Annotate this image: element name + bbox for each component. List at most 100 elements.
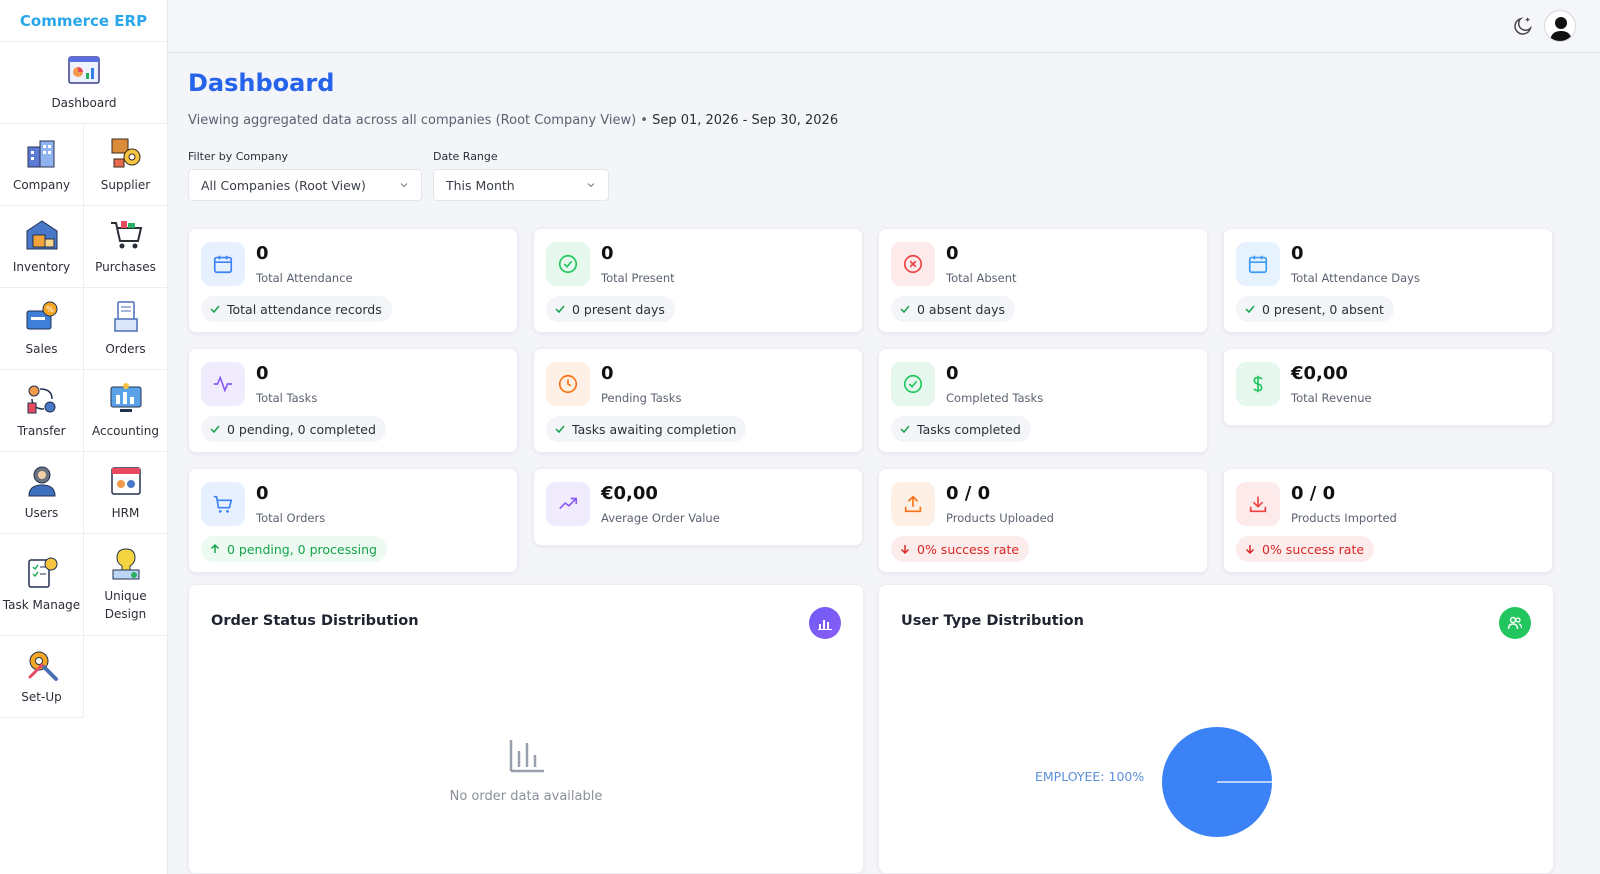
activity-icon (201, 362, 245, 406)
stat-label: Total Tasks (256, 391, 318, 405)
sidebar-item-purchases[interactable]: Purchases (84, 206, 168, 288)
company-select[interactable]: All Companies (Root View) (188, 169, 422, 201)
panel-title: Order Status Distribution (211, 613, 419, 629)
check-circle-icon (891, 362, 935, 406)
company-icon (27, 140, 54, 168)
company-select-value: All Companies (Root View) (201, 177, 366, 193)
order-status-panel: Order Status Distribution No order data … (188, 584, 864, 874)
stat-label: Total Attendance (256, 271, 353, 285)
sidebar-item-accounting[interactable]: Accounting (84, 370, 168, 452)
stat-card-total-absent[interactable]: 0 Total Absent 0 absent days (878, 228, 1208, 333)
stat-card-total-present[interactable]: 0 Total Present 0 present days (533, 228, 863, 333)
stat-note: 0% success rate (891, 536, 1030, 562)
stat-card-completed-tasks[interactable]: 0 Completed Tasks Tasks completed (878, 348, 1208, 453)
stat-note-text: Total attendance records (227, 301, 382, 317)
empty-state-text: No order data available (449, 789, 603, 804)
date-range-select[interactable]: This Month (433, 169, 609, 201)
stat-card-total-orders[interactable]: 0 Total Orders 0 pending, 0 processing (188, 468, 518, 573)
trending-up-icon (546, 482, 590, 526)
x-circle-icon (891, 242, 935, 286)
stat-card-average-order-value[interactable]: €0,00 Average Order Value (533, 468, 863, 546)
accounting-icon (110, 382, 141, 412)
stat-label: Pending Tasks (601, 391, 682, 405)
sidebar-item-hrm[interactable]: HRM (84, 452, 168, 534)
stat-value: €0,00 (601, 483, 658, 504)
sidebar-item-sales[interactable]: % Sales (0, 288, 84, 370)
main-content: Dashboard Viewing aggregated data across… (168, 53, 1600, 874)
sales-icon: % (26, 301, 57, 330)
svg-text:%: % (46, 305, 54, 314)
sidebar-item-inventory[interactable]: Inventory (0, 206, 84, 288)
topbar (168, 0, 1600, 53)
orders-icon (113, 301, 138, 332)
stat-card-total-tasks[interactable]: 0 Total Tasks 0 pending, 0 completed (188, 348, 518, 453)
sidebar-item-unique-design[interactable]: Unique Design (84, 534, 168, 636)
arrow-down-icon (900, 545, 910, 555)
page-title: Dashboard (188, 69, 335, 97)
chevron-down-icon (400, 183, 408, 188)
sidebar-item-label: Sales (25, 341, 58, 356)
sidebar-item-dashboard[interactable]: Dashboard (0, 42, 168, 124)
date-select-value: This Month (446, 177, 515, 193)
sidebar-item-label: Task Manage (2, 597, 81, 612)
sidebar-item-task-manage[interactable]: Task Manage (0, 534, 84, 636)
check-icon (900, 305, 910, 314)
users-icon (27, 466, 56, 497)
stat-label: Total Orders (256, 511, 326, 525)
clock-icon (546, 362, 590, 406)
sidebar-item-label: Accounting (91, 423, 159, 438)
stat-value: 0 (256, 363, 269, 384)
sidebar-item-users[interactable]: Users (0, 452, 84, 534)
moon-icon[interactable] (1512, 15, 1534, 37)
check-icon (210, 305, 220, 314)
sidebar-item-label: Company (12, 177, 71, 192)
check-icon (900, 425, 910, 434)
stat-label: Average Order Value (601, 511, 720, 525)
sidebar-item-orders[interactable]: Orders (84, 288, 168, 370)
setup-icon (28, 651, 58, 681)
stat-value: 0 / 0 (1291, 483, 1336, 504)
sidebar-item-supplier[interactable]: Supplier (84, 124, 168, 206)
empty-state: No order data available (189, 735, 863, 804)
subtitle-text: Viewing aggregated data across all compa… (188, 113, 653, 128)
sidebar-item-company[interactable]: Company (0, 124, 84, 206)
stat-card-products-imported[interactable]: 0 / 0 Products Imported 0% success rate (1223, 468, 1553, 573)
company-filter-label: Filter by Company (188, 150, 289, 163)
task-manage-icon (27, 557, 57, 588)
page-subtitle: Viewing aggregated data across all compa… (188, 113, 838, 128)
stat-note: Tasks awaiting completion (546, 416, 747, 442)
calendar-icon (1236, 242, 1280, 286)
avatar[interactable] (1544, 10, 1576, 42)
stat-note: 0 pending, 0 completed (201, 416, 386, 442)
stat-note-text: 0 pending, 0 completed (227, 421, 376, 437)
stat-note-text: Tasks awaiting completion (572, 421, 737, 437)
upload-icon (891, 482, 935, 526)
stat-note: Tasks completed (891, 416, 1031, 442)
stat-value: 0 (946, 363, 959, 384)
stat-card-pending-tasks[interactable]: 0 Pending Tasks Tasks awaiting completio… (533, 348, 863, 453)
sidebar-item-setup[interactable]: Set-Up (0, 636, 84, 718)
sidebar-item-transfer[interactable]: Transfer (0, 370, 84, 452)
stat-label: Completed Tasks (946, 391, 1044, 405)
stat-note-text: 0 pending, 0 processing (227, 541, 377, 557)
stat-note-text: Tasks completed (917, 421, 1021, 437)
check-icon (210, 425, 220, 434)
stat-card-total-attendance[interactable]: 0 Total Attendance Total attendance reco… (188, 228, 518, 333)
bar-chart-icon[interactable] (809, 607, 841, 639)
stat-note: 0 present, 0 absent (1236, 296, 1394, 322)
sidebar-item-label: Users (24, 505, 59, 520)
stat-note: Total attendance records (201, 296, 392, 322)
purchases-icon (110, 220, 142, 249)
stat-note-text: 0 present days (572, 301, 665, 317)
sidebar-item-label: Transfer (17, 423, 66, 438)
stat-card-total-revenue[interactable]: €0,00 Total Revenue (1223, 348, 1553, 426)
stat-card-total-attendance-days[interactable]: 0 Total Attendance Days 0 present, 0 abs… (1223, 228, 1553, 333)
check-icon (1245, 305, 1255, 314)
brand-logo[interactable]: Commerce ERP (0, 0, 167, 42)
stat-card-products-uploaded[interactable]: 0 / 0 Products Uploaded 0% success rate (878, 468, 1208, 573)
unique-design-icon (112, 548, 139, 580)
empty-chart-icon (509, 740, 544, 773)
transfer-icon (27, 385, 55, 414)
check-icon (555, 305, 565, 314)
stat-value: 0 (1291, 243, 1304, 264)
